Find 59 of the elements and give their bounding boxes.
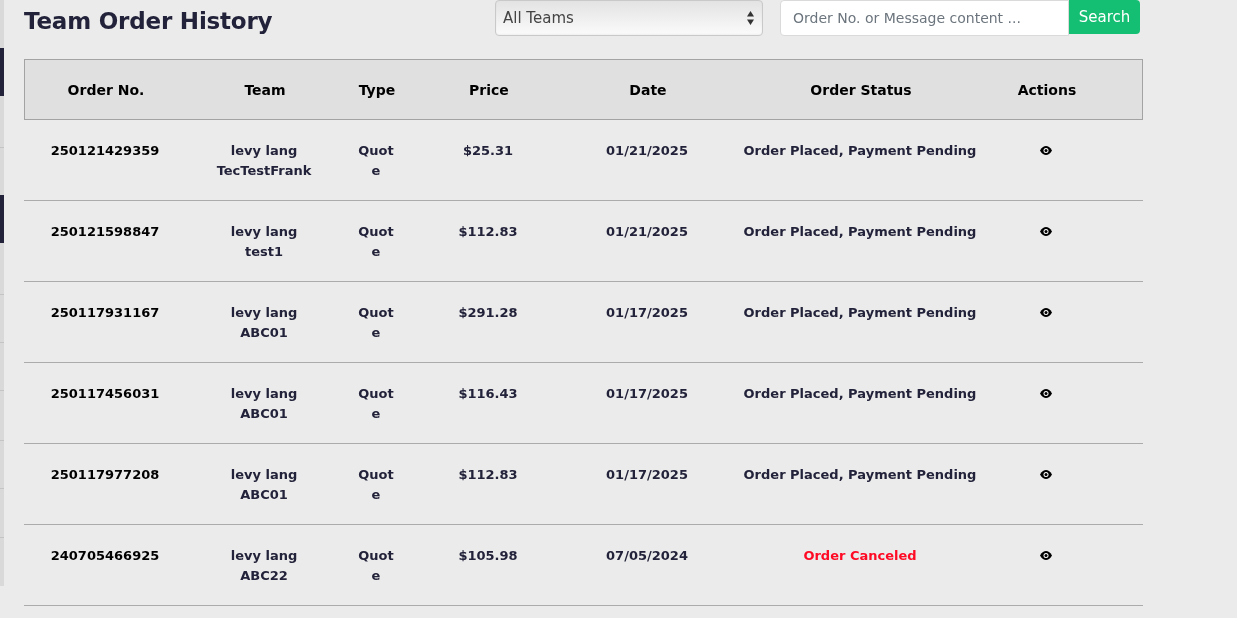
updown-caret-icon	[747, 11, 754, 25]
order-type: Quote	[357, 466, 395, 504]
search-field[interactable]: Order No. or Message content ...	[780, 0, 1069, 36]
order-number: 240705466925	[50, 547, 160, 565]
order-date: 01/17/2025	[606, 466, 688, 484]
order-status: Order Placed, Payment Pending	[743, 385, 977, 403]
order-price: $291.28	[458, 304, 518, 322]
order-number: 250121598847	[50, 223, 160, 241]
order-status: Order Placed, Payment Pending	[743, 142, 977, 160]
order-date: 01/17/2025	[606, 304, 688, 322]
order-date: 01/17/2025	[606, 385, 688, 403]
order-date: 01/21/2025	[606, 142, 688, 160]
team-name: TecTestFrank	[216, 162, 312, 180]
team-name: ABC22	[239, 567, 289, 585]
member-name: levy lang	[230, 466, 298, 484]
order-date: 01/21/2025	[606, 223, 688, 241]
eye-icon[interactable]	[1040, 470, 1052, 479]
page-title: Team Order History	[24, 7, 274, 36]
order-type: Quote	[357, 142, 395, 180]
eye-icon[interactable]	[1040, 551, 1052, 560]
order-type: Quote	[357, 385, 395, 423]
column-header: Team	[244, 81, 286, 98]
member-name: levy lang	[230, 223, 298, 241]
order-number: 250117931167	[50, 304, 160, 322]
team-name: ABC01	[239, 324, 289, 342]
eye-icon[interactable]	[1040, 389, 1052, 398]
column-header: Date	[629, 81, 667, 98]
order-date: 07/05/2024	[606, 547, 688, 565]
member-name: levy lang	[230, 385, 298, 403]
order-price: $25.31	[462, 142, 514, 160]
team-name: ABC01	[239, 486, 289, 504]
order-type: Quote	[357, 547, 395, 585]
member-name: levy lang	[229, 142, 299, 160]
team-select[interactable]: All Teams	[495, 0, 763, 36]
order-number: 250117977208	[50, 466, 160, 484]
order-type: Quote	[357, 223, 395, 261]
team-name: test1	[243, 243, 284, 261]
column-header: Order No.	[67, 81, 145, 98]
order-type: Quote	[357, 304, 395, 342]
order-status: Order Placed, Payment Pending	[743, 223, 977, 241]
order-price: $112.83	[458, 466, 518, 484]
member-name: levy lang	[230, 304, 298, 322]
eye-icon[interactable]	[1040, 227, 1052, 236]
order-number: 250117456031	[50, 385, 160, 403]
order-price: $105.98	[458, 547, 518, 565]
eye-icon[interactable]	[1040, 146, 1052, 155]
order-number: 250121429359	[50, 142, 160, 160]
column-header: Price	[469, 81, 509, 98]
order-status: Order Placed, Payment Pending	[743, 466, 977, 484]
order-price: $112.83	[458, 223, 518, 241]
order-status: Order Canceled	[803, 547, 917, 565]
eye-icon[interactable]	[1040, 308, 1052, 317]
team-name: ABC01	[239, 405, 289, 423]
order-status: Order Placed, Payment Pending	[743, 304, 977, 322]
order-price: $116.43	[458, 385, 518, 403]
column-header: Order Status	[810, 81, 912, 98]
member-name: levy lang	[230, 547, 298, 565]
column-header: Type	[358, 81, 396, 98]
column-header: Actions	[1017, 81, 1077, 98]
